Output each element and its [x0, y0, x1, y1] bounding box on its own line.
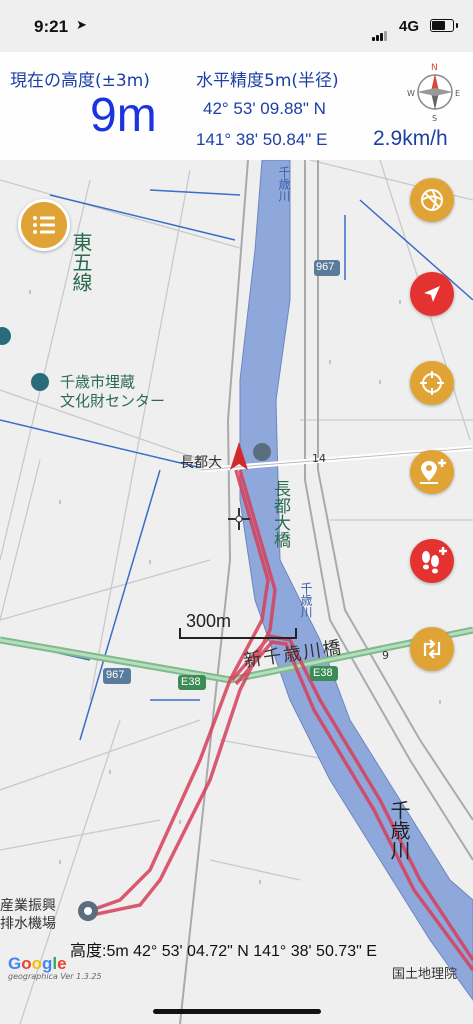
- menu-button[interactable]: [18, 199, 70, 251]
- latitude-value: 42° 53' 09.88" N: [203, 99, 326, 118]
- spiral-icon: [421, 189, 443, 211]
- route-button[interactable]: [410, 627, 454, 671]
- crosshair-position-readout: 高度:5m 42° 53' 04.72" N 141° 38' 50.73" E: [70, 943, 377, 960]
- label-river-mid: 千歳川: [299, 582, 313, 618]
- battery-icon: [430, 19, 458, 32]
- crosshair-icon: [420, 371, 444, 395]
- compass-north: N: [431, 63, 438, 73]
- label-higashigo-line: 東五線: [69, 232, 93, 292]
- location-services-icon: ➤: [76, 18, 87, 33]
- current-location-button[interactable]: [410, 272, 454, 316]
- spiral-button[interactable]: [410, 178, 454, 222]
- status-bar: 9:21 ➤ 4G: [0, 0, 473, 52]
- route-shield-e38-right: E38: [313, 667, 333, 679]
- app-version: geographica Ver 1.3.25: [8, 972, 102, 981]
- add-track-button[interactable]: [410, 539, 454, 583]
- google-logo: Google: [8, 954, 67, 973]
- crosshair-button[interactable]: [410, 361, 454, 405]
- route-switch-icon: [423, 639, 441, 659]
- compass-south: S: [432, 114, 437, 122]
- km-post-14: 14: [312, 452, 326, 465]
- speed-value: 2.9km/h: [373, 127, 448, 150]
- label-river-top: 千歳川: [277, 166, 291, 202]
- accuracy-label: 水平精度5m(半径): [196, 71, 339, 91]
- location-arrow-icon: [424, 286, 440, 302]
- cellular-signal-icon: [372, 22, 388, 41]
- label-river-bottom: 千歳川: [387, 800, 411, 860]
- longitude-value: 141° 38' 50.84" E: [196, 130, 328, 149]
- map-attribution[interactable]: 国土地理院: [392, 963, 457, 982]
- label-osatsu-bridge: 長都大橋: [270, 480, 290, 548]
- add-pin-button[interactable]: [410, 450, 454, 494]
- route-shield-e38-left: E38: [181, 676, 201, 688]
- network-type: 4G: [399, 18, 420, 35]
- label-osatsu-area: 長都大: [180, 455, 222, 471]
- route-shield-967-top: 967: [316, 261, 335, 273]
- label-museum: 千歳市埋蔵 文化財センター: [60, 373, 166, 410]
- status-time: 9:21: [34, 17, 69, 36]
- add-pin-icon: [420, 459, 446, 484]
- list-icon: [33, 216, 55, 234]
- compass-east: E: [455, 89, 460, 98]
- scale-label: 300m: [186, 611, 232, 631]
- home-indicator[interactable]: [153, 1009, 321, 1014]
- footprints-plus-icon: [422, 547, 447, 574]
- compass-icon[interactable]: N E S W: [407, 60, 463, 122]
- label-drain-facility: 産業振興 排水機場: [0, 898, 56, 932]
- compass-west: W: [407, 89, 415, 98]
- route-shield-967-left: 967: [106, 669, 125, 681]
- altitude-value: 9m: [90, 89, 157, 142]
- km-post-9: 9: [382, 649, 389, 662]
